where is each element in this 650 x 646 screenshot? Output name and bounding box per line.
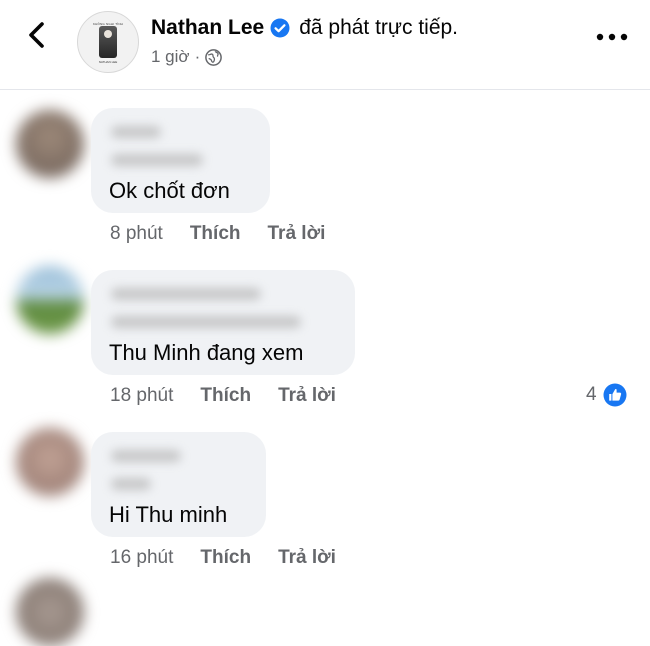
comment-text: Thu Minh đang xem [109,340,304,365]
comment-bubble[interactable]: Hi Thu minh [91,432,266,537]
comment-text: Ok chốt đơn [109,178,230,203]
comment-time[interactable]: 18 phút [110,385,173,407]
like-button[interactable]: Thích [190,223,241,245]
back-chevron-icon[interactable] [20,18,54,52]
commenter-name[interactable] [111,126,161,138]
post-timestamp[interactable]: 1 giờ [151,47,190,67]
post-meta: 1 giờ · [151,46,223,68]
reply-button[interactable]: Trả lời [268,223,326,245]
page-name-link[interactable]: Nathan Lee [151,16,264,40]
page-avatar[interactable]: KHÔNG NGHI TÌNH NATHAN LEE [77,11,139,73]
commenter-name[interactable] [111,450,181,462]
commenter-avatar[interactable] [16,578,84,646]
comment-bubble[interactable]: Ok chốt đơn [91,108,270,213]
header-divider [0,89,650,90]
reaction-count: 4 [586,384,597,405]
commenter-avatar[interactable] [16,110,84,178]
meta-separator: · [194,47,201,66]
post-header: KHÔNG NGHI TÌNH NATHAN LEE Nathan Lee đã… [0,0,650,90]
post-action-text: đã phát trực tiếp. [299,16,459,39]
comment-text: Hi Thu minh [109,502,228,527]
reaction-summary[interactable]: 4 [586,383,627,407]
like-button[interactable]: Thích [200,547,251,569]
comment-time[interactable]: 8 phút [110,223,163,245]
commenter-avatar[interactable] [16,428,84,496]
thumbs-up-icon [603,383,627,407]
comment-actions: 8 phút Thích Trả lời [110,223,325,245]
more-dots-icon[interactable] [596,32,628,42]
post-title: Nathan Lee đã phát trực tiếp. [151,14,458,42]
like-button[interactable]: Thích [200,385,251,407]
comment-actions: 18 phút Thích Trả lời [110,385,336,407]
verified-badge-icon [270,18,290,38]
commenter-avatar[interactable] [16,266,84,334]
comment-bubble[interactable]: Thu Minh đang xem [91,270,355,375]
reply-button[interactable]: Trả lời [278,547,336,569]
commenter-name[interactable] [111,288,261,300]
globe-icon [205,48,223,66]
comment-time[interactable]: 16 phút [110,547,173,569]
comment-actions: 16 phút Thích Trả lời [110,547,336,569]
avatar-bottom-text: NATHAN LEE [98,60,118,64]
reply-button[interactable]: Trả lời [278,385,336,407]
